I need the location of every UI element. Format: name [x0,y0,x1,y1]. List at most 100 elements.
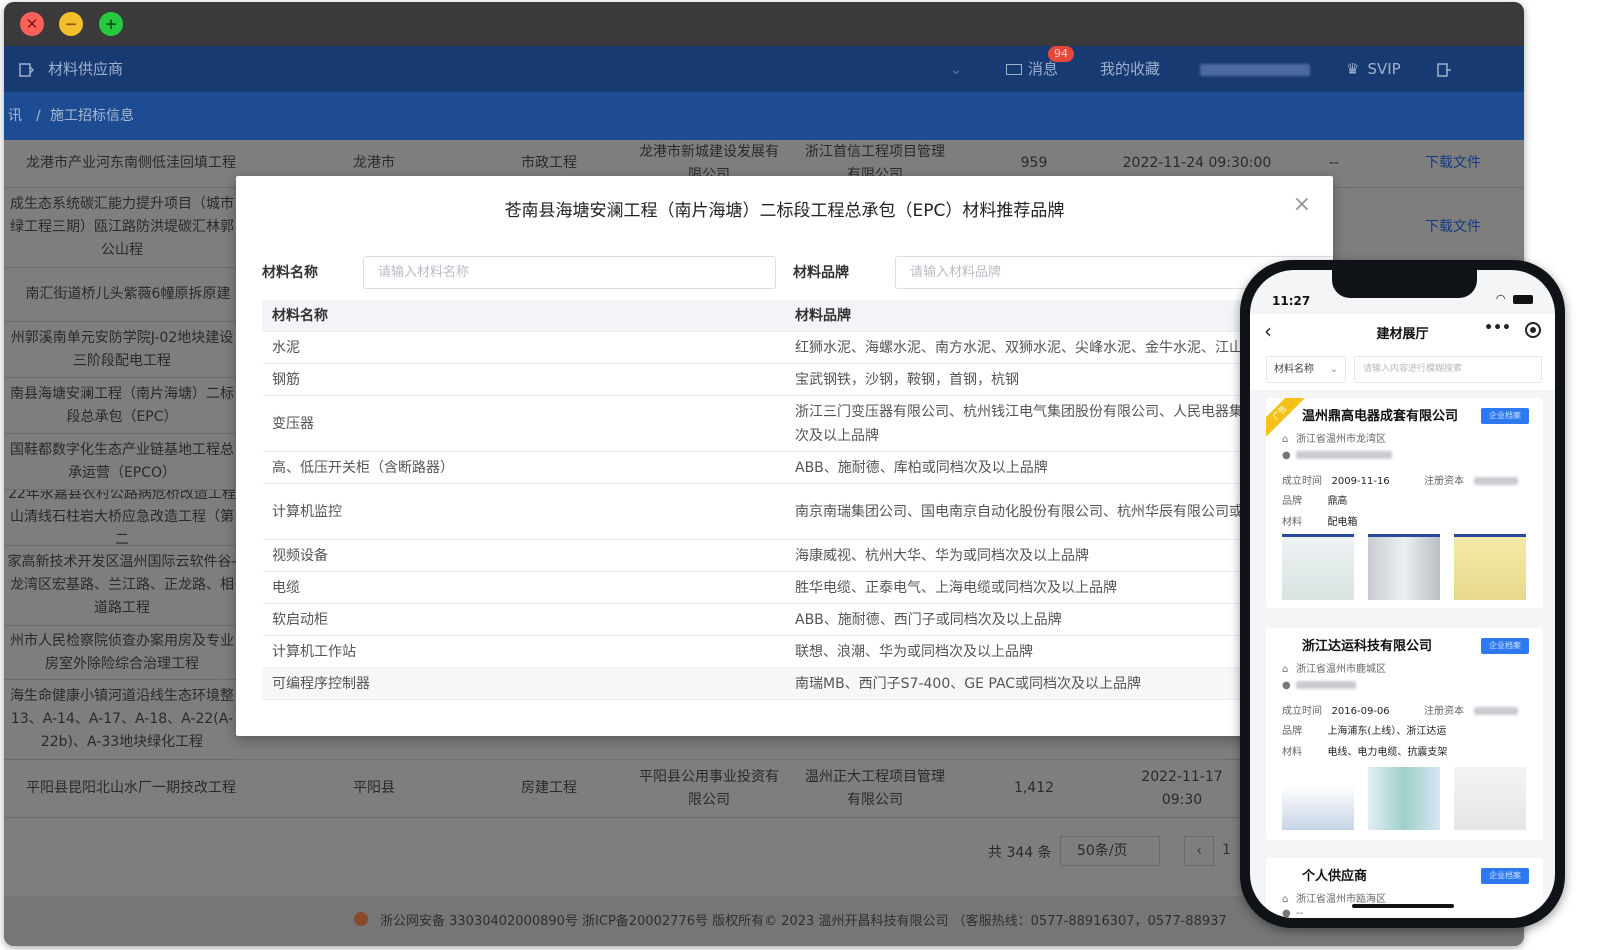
home-indicator [1352,904,1454,908]
page-number[interactable]: 1 [1222,842,1231,858]
close-icon[interactable]: × [1293,192,1311,217]
chevron-down-icon[interactable]: ⌄ [950,46,963,92]
prev-page-button[interactable]: ‹ [1184,836,1214,866]
material-cell: 变压器 [272,415,314,432]
registered-capital: 注册资本 [1424,472,1518,487]
brand-table: 材料名称 材料品牌 水泥 红狮水泥、海螺水泥、南方水泥、双狮水泥、尖峰水泥、金牛… [262,300,1333,700]
supplier-card[interactable]: 广告 温州鼎高电器成套有限公司 企业档案 ⌂ 浙江省温州市龙湾区 ● 成立时间 2… [1266,398,1543,608]
material-cell: 钢筋 [272,371,300,388]
supplier-brand: 品牌 上海浦东(上线）、浙江达运 [1282,722,1446,737]
supplier-location: ● [1282,680,1356,691]
police-badge-icon [354,912,368,926]
material-cell: 视频设备 [272,547,328,564]
founded-label: 成立时间 [1282,476,1322,487]
product-image[interactable] [1368,534,1440,600]
wifi-icon: ◠ [1495,292,1506,305]
supplier-material: 材料 配电箱 [1282,513,1357,528]
phone-mockup: 11:27 ◠ ‹ 建材展厅 ••• 材料名称 ⌄ 请输入内容进行模糊搜索 广告… [1240,260,1565,928]
minimize-window-button[interactable]: − [59,12,83,36]
product-image[interactable] [1454,534,1526,600]
download-file-link[interactable]: 下载文件 [1408,188,1498,267]
location-text: -- [1296,908,1304,918]
breadcrumb-parent[interactable]: 讯 [8,92,22,140]
product-image[interactable] [1454,764,1526,830]
founded-value: 2009-11-16 [1331,476,1390,487]
phone-search-bar: 材料名称 ⌄ 请输入内容进行模糊搜索 [1250,350,1555,390]
brand-value: 上海浦东(上线）、浙江达运 [1327,726,1447,737]
download-file-link[interactable]: 下载文件 [1408,140,1498,187]
close-window-button[interactable]: ✕ [20,12,44,36]
phone-notch [1332,270,1477,298]
svip-button[interactable]: ♛ SVIP [1346,46,1401,92]
row-project-name: 家高新技术开发区温州国际云软件谷-龙湾区宏基路、兰江路、正龙路、相道路工程 [7,554,237,616]
row-type: 房建工程 [521,780,577,796]
material-name-label: 材料名称 [262,265,318,281]
row-region: 平阳县 [353,780,395,796]
page-size-select[interactable]: 50条/页 [1060,836,1160,866]
product-image[interactable] [1368,764,1440,830]
supplier-card[interactable]: 浙江达运科技有限公司 企业档案 ⌂ 浙江省温州市鹿城区 ● 成立时间 2016-0… [1266,628,1543,840]
row-time: 2022-11-17 09:30 [1141,768,1223,808]
material-label: 材料 [1282,517,1302,528]
supplier-location: ● [1282,450,1392,461]
table-row: 可编程序控制器 南瑞MB、西门子S7-400、GE PAC或同档次及以上品牌 [262,668,1333,700]
app-header: 材料供应商 ⌄ 消息 94 我的收藏 ♛ SVIP [4,46,1524,92]
supplier-name: 个人供应商 [1302,869,1368,884]
row-owner: 平阳县公用事业投资有限公司 [639,768,779,808]
supplier-address: ⌂ 浙江省温州市瓯海区 [1282,890,1386,905]
phone-navbar: ‹ 建材展厅 ••• [1250,314,1555,350]
supplier-card[interactable]: 个人供应商 企业档案 ⌂ 浙江省温州市瓯海区 ● -- [1266,858,1543,918]
zoom-window-button[interactable]: + [99,12,123,36]
company-profile-badge[interactable]: 企业档案 [1481,408,1529,424]
supplier-address: ⌂ 浙江省温州市龙湾区 [1282,430,1386,445]
material-brand-label: 材料品牌 [793,265,849,281]
company-profile-badge[interactable]: 企业档案 [1481,638,1529,654]
messages-badge: 94 [1048,46,1074,62]
address-text: 浙江省温州市鹿城区 [1296,664,1386,675]
table-row: 电缆 胜华电缆、正泰电气、上海电缆或同档次及以上品牌 [262,572,1333,604]
product-image[interactable] [1282,534,1354,600]
more-icon[interactable]: ••• [1484,320,1511,336]
material-label: 材料 [1282,747,1302,758]
status-time: 11:27 [1272,294,1311,308]
capital-label: 注册资本 [1424,706,1464,717]
material-cell: 可编程序控制器 [272,675,370,692]
material-name-input[interactable] [363,256,776,289]
company-profile-badge[interactable]: 企业档案 [1481,868,1529,884]
phone-search-input[interactable]: 请输入内容进行模糊搜索 [1354,356,1542,383]
filter-select-value: 材料名称 [1274,364,1314,375]
row-agency: 温州正大工程项目管理有限公司 [805,768,945,808]
row-project-name: 州郭溪南单元安防学院J-02地块建设三阶段配电工程 [10,329,234,369]
window-titlebar: ✕ − + [4,2,1524,46]
supplier-name: 温州鼎高电器成套有限公司 [1302,409,1459,424]
material-cell: 计算机监控 [272,503,342,520]
home-icon: ⌂ [1282,434,1289,445]
target-icon[interactable] [1525,322,1541,338]
logout-icon[interactable] [1436,46,1452,92]
row-count: 1,412 [1013,780,1055,796]
table-row: 计算机监控 南京南瑞集团公司、国电南京自动化股份有限公司、杭州华辰有限公司或及以… [262,484,1333,540]
material-value: 电线、电力电缆、抗震支架 [1327,747,1448,758]
status-icons: ◠ [1496,292,1533,305]
home-icon: ⌂ [1282,894,1289,905]
page-size-value: 50条/页 [1077,843,1128,859]
table-row: 高、低压开关柜（含断路器） ABB、施耐德、库柏或同档次及以上品牌 [262,452,1333,484]
footer-text: 浙公网安备 33030402000890号 浙ICP备20002776号 版权所… [380,914,1227,929]
table-row: 视频设备 海康威视、杭州大华、华为或同档次及以上品牌 [262,540,1333,572]
filter-select[interactable]: 材料名称 ⌄ [1266,356,1346,383]
supplier-name: 浙江达运科技有限公司 [1302,639,1433,654]
supplier-material: 材料 电线、电力电缆、抗震支架 [1282,743,1447,758]
founded-date: 成立时间 2016-09-06 [1282,702,1390,717]
pagination: 共 344 条 50条/页 ‹ 1 [988,836,1238,868]
product-image[interactable] [1282,764,1354,830]
favorites-link[interactable]: 我的收藏 [1100,46,1160,92]
sidebar-toggle-icon[interactable] [18,46,35,92]
messages-label: 消息 [1028,60,1059,78]
row-project-name: 成生态系统碳汇能力提升项目（城市绿工程三期）瓯江路防洪堤碳汇林郭公山程 [10,196,234,258]
supplier-brand: 品牌 鼎高 [1282,492,1347,507]
row-project-name: 龙港市产业河东南侧低洼回填工程 [26,155,236,171]
table-row: 软启动柜 ABB、施耐德、西门子或同档次及以上品牌 [262,604,1333,636]
founded-label: 成立时间 [1282,706,1322,717]
material-cell: 水泥 [272,339,300,356]
crown-icon: ♛ [1346,60,1360,78]
